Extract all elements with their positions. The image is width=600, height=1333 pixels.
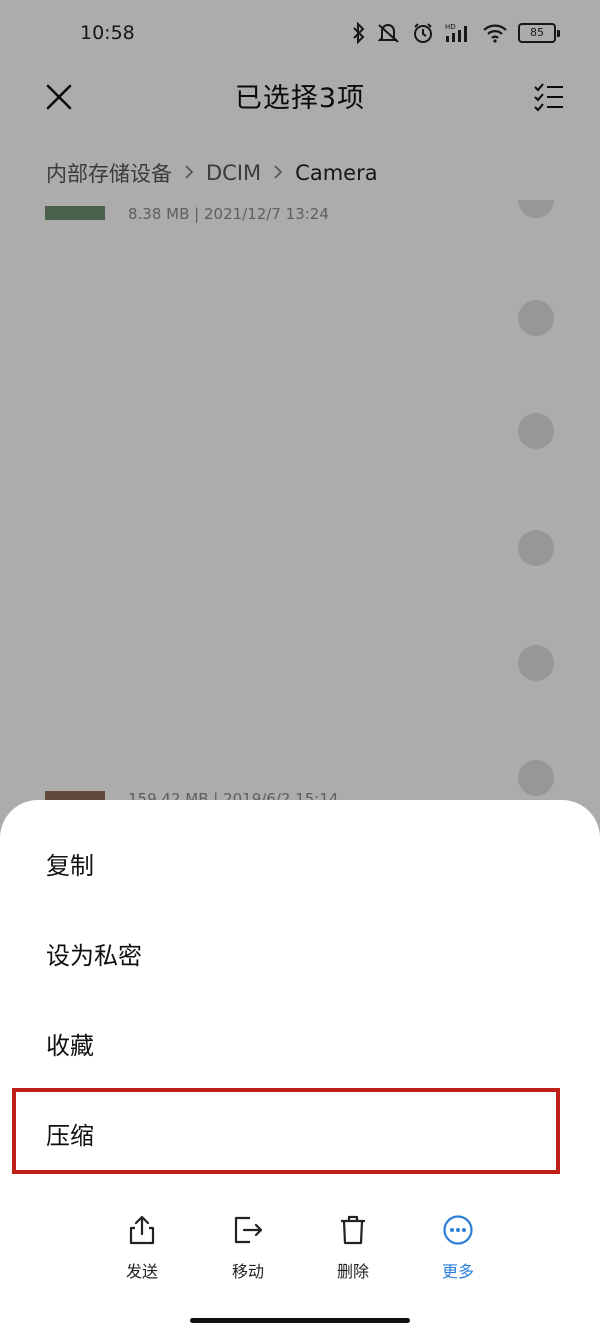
share-icon xyxy=(102,1210,182,1250)
breadcrumb: 内部存储设备 DCIM Camera xyxy=(46,158,378,188)
send-button[interactable]: 发送 xyxy=(102,1210,182,1290)
signal-icon: HD xyxy=(445,23,467,42)
breadcrumb-item-camera: Camera xyxy=(295,161,378,185)
menu-item-label: 设为私密 xyxy=(46,942,142,970)
battery-icon: 85 xyxy=(518,23,560,43)
checklist-icon xyxy=(534,83,563,112)
select-circle[interactable] xyxy=(518,530,554,566)
more-icon xyxy=(418,1210,498,1250)
bluetooth-icon xyxy=(353,22,365,44)
delete-button[interactable]: 删除 xyxy=(313,1210,393,1290)
select-all-button[interactable] xyxy=(528,76,570,118)
svg-text:HD: HD xyxy=(445,23,456,31)
select-circle[interactable] xyxy=(518,645,554,681)
bottom-toolbar: 发送 移动 删除 更多 xyxy=(0,1210,600,1290)
send-label: 发送 xyxy=(125,1262,158,1281)
status-bar: 10:58 HD 85 xyxy=(0,0,600,70)
status-icons: HD 85 xyxy=(352,22,560,44)
file-thumbnail xyxy=(45,206,105,220)
menu-item-label: 复制 xyxy=(46,852,94,880)
highlight-box xyxy=(12,1088,560,1174)
file-meta: 8.38 MB | 2021/12/7 13:24 xyxy=(128,205,329,223)
chevron-right-icon xyxy=(273,161,283,185)
more-label: 更多 xyxy=(441,1262,474,1281)
list-item[interactable]: 8.38 MB | 2021/12/7 13:24 xyxy=(0,200,600,230)
alarm-icon xyxy=(414,23,432,43)
menu-item-favorite[interactable]: 收藏 xyxy=(0,998,600,1088)
wifi-icon xyxy=(483,24,507,43)
status-time: 10:58 xyxy=(80,22,135,44)
breadcrumb-item-storage[interactable]: 内部存储设备 xyxy=(46,158,172,188)
move-button[interactable]: 移动 xyxy=(208,1210,288,1290)
mute-icon xyxy=(377,24,399,43)
header: 已选择3项 xyxy=(0,70,600,124)
file-list: 8.38 MB | 2021/12/7 13:24 159.42 MB | 20… xyxy=(0,200,600,820)
breadcrumb-item-dcim[interactable]: DCIM xyxy=(206,161,261,185)
delete-label: 删除 xyxy=(336,1262,369,1281)
menu-item-set-private[interactable]: 设为私密 xyxy=(0,908,600,998)
move-icon xyxy=(208,1210,288,1250)
select-circle[interactable] xyxy=(518,413,554,449)
battery-level: 85 xyxy=(518,23,556,43)
menu-item-label: 收藏 xyxy=(46,1032,94,1060)
trash-icon xyxy=(313,1210,393,1250)
more-button[interactable]: 更多 xyxy=(418,1210,498,1290)
home-indicator[interactable] xyxy=(190,1318,410,1323)
move-label: 移动 xyxy=(231,1262,264,1281)
select-circle[interactable] xyxy=(518,300,554,336)
chevron-right-icon xyxy=(184,161,194,185)
page-title: 已选择3项 xyxy=(234,83,366,114)
more-actions-sheet: 复制 设为私密 收藏 压缩 发送 移动 删除 更多 xyxy=(0,800,600,1333)
menu-item-copy[interactable]: 复制 xyxy=(0,818,600,908)
